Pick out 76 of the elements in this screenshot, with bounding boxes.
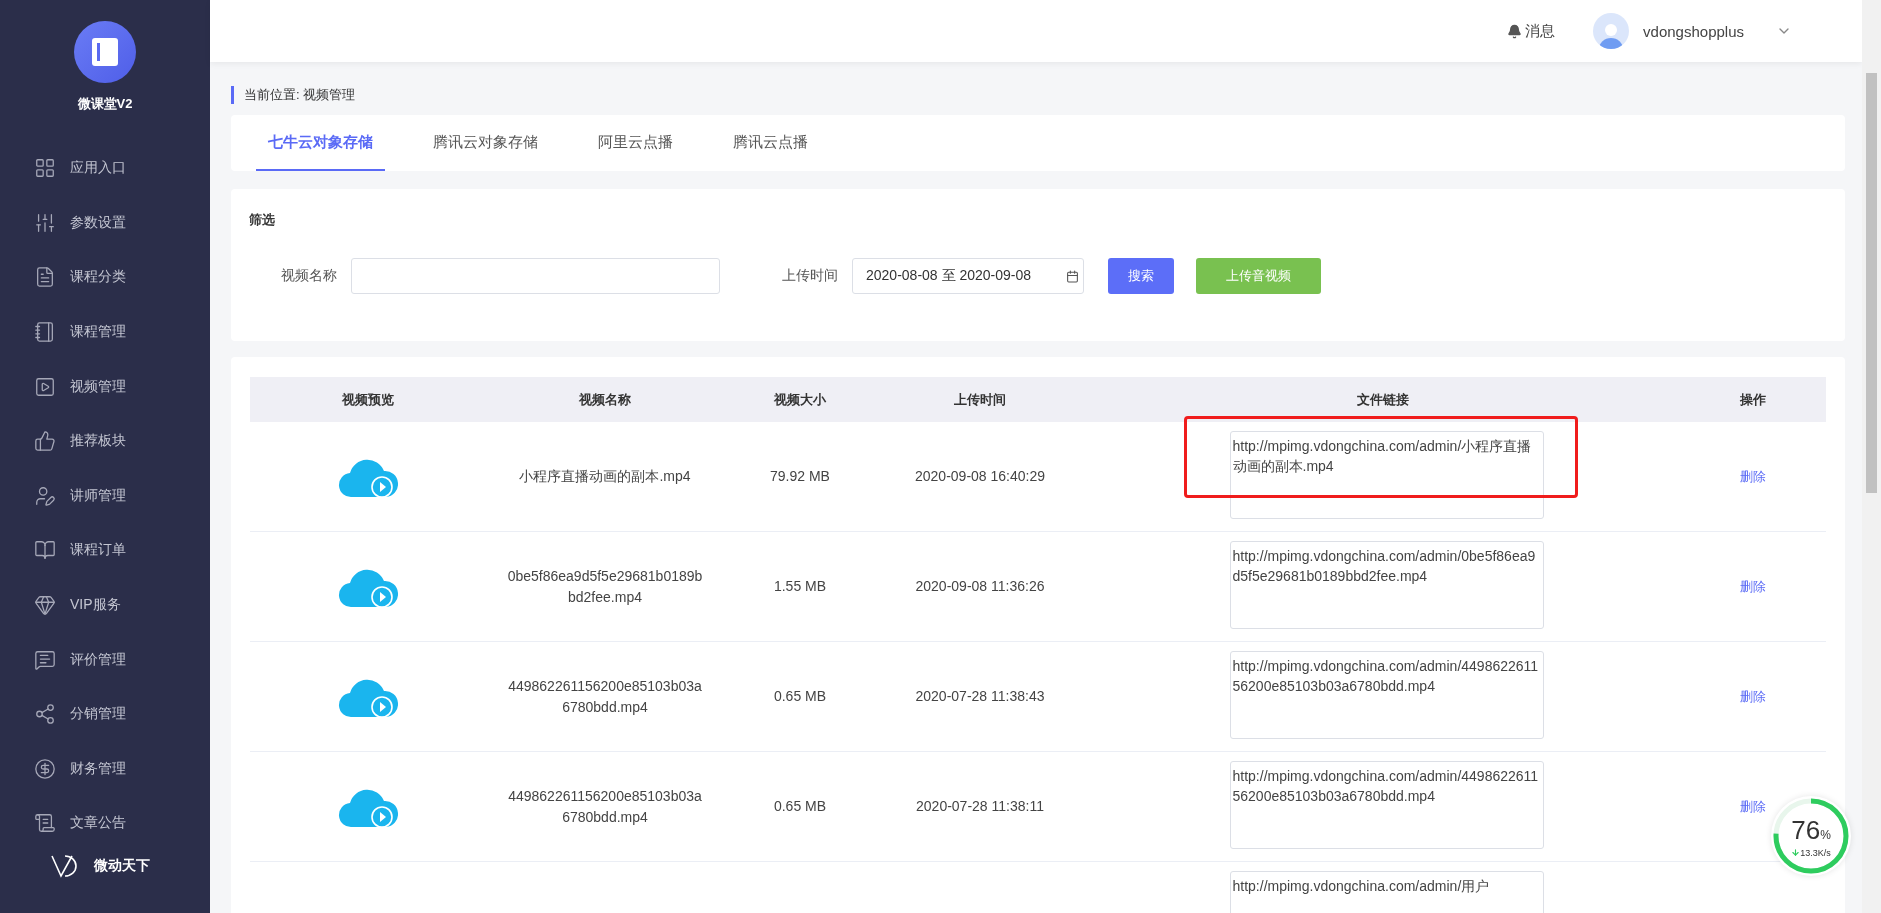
- percent-reading: 76%: [1791, 816, 1831, 847]
- link-field[interactable]: http://mpimg.vdongchina.com/admin/小程序直播动画的副本.mp4: [1229, 431, 1544, 519]
- link-field[interactable]: http://mpimg.vdongchina.com/admin/0be5f86ea9d5f5e29681b0189bbd2fee.mp4: [1229, 541, 1544, 629]
- storage-tab[interactable]: 腾讯云点播: [721, 115, 820, 171]
- sidebar-item[interactable]: 应用入口: [0, 141, 210, 196]
- field-label: 视频名称: [281, 267, 337, 285]
- sidebar-item[interactable]: 评价管理: [0, 632, 210, 687]
- person-icon: [34, 484, 56, 507]
- storage-tab[interactable]: 腾讯云对象存储: [421, 115, 550, 171]
- storage-tab[interactable]: 阿里云点播: [586, 115, 685, 171]
- table-cell-text: 0be5f86ea9d5f5e29681b0189bbd2fee.mp4: [506, 566, 704, 607]
- app-name: 微课堂V2: [77, 95, 133, 113]
- table-cell-text: 2020-09-08 16:40:29: [914, 467, 1046, 486]
- link-field[interactable]: http://mpimg.vdongchina.com/admin/449862261156200e85103b03a6780bdd.mp4: [1229, 761, 1544, 849]
- storage-tab[interactable]: 七牛云对象存储: [256, 115, 385, 171]
- grid-icon: [34, 157, 56, 180]
- diamond-icon: [34, 594, 56, 617]
- video-name-field[interactable]: [351, 258, 720, 294]
- notebook-icon: [34, 321, 56, 344]
- link-field[interactable]: http://mpimg.vdongchina.com/admin/449862261156200e85103b03a6780bdd.mp4: [1229, 651, 1544, 739]
- column-header: 视频预览: [340, 390, 395, 409]
- rate-reading: 13.3K/s: [1791, 847, 1831, 858]
- calendar-icon: [1066, 269, 1079, 283]
- table-cell-text: 449862261156200e85103b03a6780bdd.mp4: [507, 676, 703, 717]
- field-label: 上传时间: [782, 267, 838, 285]
- bell-icon: [1507, 23, 1523, 39]
- column-header: 视频名称: [578, 390, 632, 409]
- table-cell-text: 2020-09-08 11:36:26: [914, 577, 1046, 596]
- sidebar-item[interactable]: VIP服务: [0, 577, 210, 633]
- message-icon: [34, 648, 56, 671]
- notifications-link[interactable]: 消息: [1507, 21, 1556, 41]
- table-cell-text: 2020-07-28 11:38:43: [914, 687, 1046, 706]
- column-header: 操作: [1739, 390, 1767, 409]
- coin-icon: [34, 757, 56, 780]
- book-icon: [34, 539, 56, 562]
- search-button[interactable]: 搜索: [1108, 258, 1174, 294]
- avatar-icon: [1593, 13, 1630, 49]
- table-cell-text: 449862261156200e85103b03a6780bdd.mp4: [507, 786, 703, 827]
- scrollbar[interactable]: [1862, 0, 1881, 913]
- table-cell-text: 2020-07-28 11:38:11: [915, 797, 1045, 816]
- share-icon: [34, 703, 56, 726]
- arrow-down-icon: [1791, 848, 1801, 857]
- username[interactable]: vdongshopplus: [1643, 22, 1744, 40]
- document-icon: [34, 266, 56, 289]
- column-header: 文件链接: [1355, 390, 1410, 409]
- sidebar-item[interactable]: 文章公告: [0, 796, 210, 851]
- sidebar-item[interactable]: 讲师管理: [0, 468, 210, 524]
- delete-link[interactable]: 删除: [1740, 467, 1766, 486]
- column-header: 上传时间: [953, 390, 1007, 409]
- sliders-icon: [34, 211, 56, 234]
- sidebar-item[interactable]: 课程管理: [0, 304, 210, 360]
- column-header: 视频大小: [773, 390, 827, 409]
- document-icon: [34, 812, 56, 835]
- thumbs-up-icon: [34, 430, 56, 453]
- date-range-field[interactable]: 2020-08-08 至 2020-09-08: [852, 258, 1084, 294]
- sidebar-item[interactable]: 参数设置: [0, 195, 210, 251]
- table-cell-text: 小程序直播动画的副本.mp4: [518, 467, 692, 486]
- table-cell-text: 0.65 MB: [772, 797, 828, 816]
- filter-title: 筛选: [249, 211, 276, 229]
- delete-link[interactable]: 删除: [1740, 577, 1766, 596]
- table-cell-text: 1.55 MB: [772, 577, 828, 596]
- table-cell-text: 79.92 MB: [769, 467, 831, 486]
- link-field[interactable]: http://mpimg.vdongchina.com/admin/用户: [1229, 871, 1544, 913]
- breadcrumb: 当前位置: 视频管理: [231, 86, 1845, 104]
- delete-link[interactable]: 删除: [1740, 797, 1766, 816]
- brand-name: 微动天下: [94, 856, 150, 875]
- sidebar-item[interactable]: 课程分类: [0, 250, 210, 305]
- sidebar-item[interactable]: 课程订单: [0, 523, 210, 578]
- sidebar-item[interactable]: 视频管理: [0, 359, 210, 414]
- sidebar-item[interactable]: 分销管理: [0, 686, 210, 742]
- play-icon: [34, 375, 56, 398]
- brand-logo-icon: [50, 852, 80, 879]
- table-cell-text: 0.65 MB: [772, 687, 828, 706]
- sidebar-item[interactable]: 财务管理: [0, 741, 210, 797]
- delete-link[interactable]: 删除: [1740, 687, 1766, 706]
- sidebar-item[interactable]: 推荐板块: [0, 413, 210, 469]
